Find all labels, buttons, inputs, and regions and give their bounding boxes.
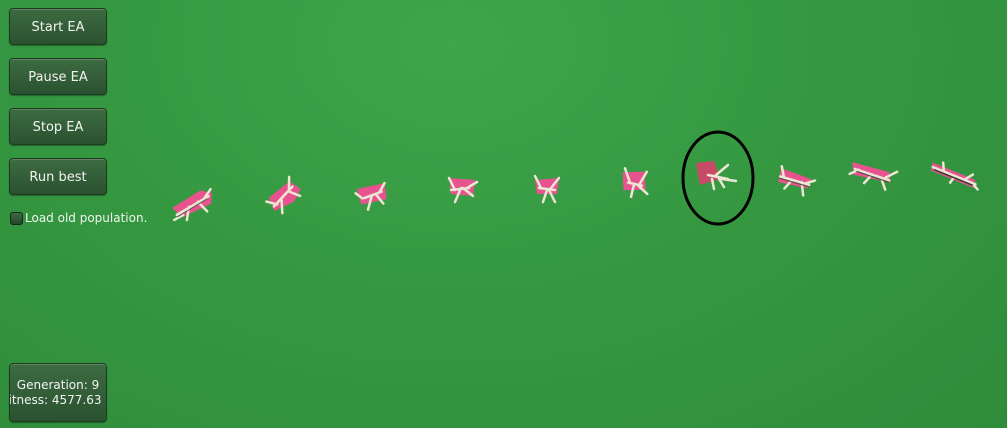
creature-5[interactable] [533,174,561,204]
creature-8[interactable] [775,165,817,197]
creature-9[interactable] [848,162,899,191]
creature-7[interactable] [696,161,738,191]
creature-10[interactable] [928,159,982,193]
creature-6[interactable] [621,167,649,199]
creature-2[interactable] [261,175,306,217]
creature-1[interactable] [168,187,217,223]
creature-3[interactable] [354,181,388,211]
creature-4[interactable] [447,176,479,204]
creature-population [168,130,982,226]
